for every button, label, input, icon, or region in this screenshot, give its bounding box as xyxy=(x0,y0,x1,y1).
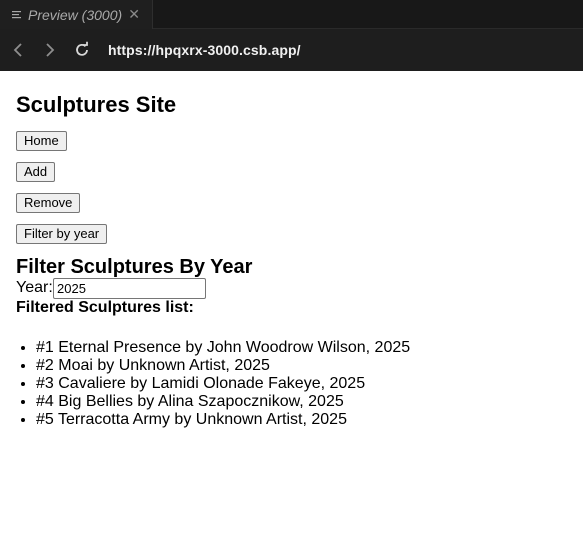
list-item: #2 Moai by Unknown Artist, 2025 xyxy=(36,356,410,374)
results-list: #1 Eternal Presence by John Woodrow Wils… xyxy=(36,338,410,428)
page-content: Sculptures Site Home Add Remove Filter b… xyxy=(0,71,583,551)
url-field[interactable]: https://hpqxrx-3000.csb.app/ xyxy=(108,42,301,58)
remove-button[interactable]: Remove xyxy=(16,193,81,213)
filter-heading: Filter Sculptures By Year xyxy=(16,256,253,278)
list-item: #3 Cavaliere by Lamidi Olonade Fakeye, 2… xyxy=(36,374,410,392)
tab-preview[interactable]: Preview (3000) ✕ xyxy=(0,0,153,29)
year-input[interactable] xyxy=(53,278,206,299)
document-lines-icon xyxy=(12,10,22,20)
list-item: #5 Terracotta Army by Unknown Artist, 20… xyxy=(36,410,410,428)
close-icon[interactable]: ✕ xyxy=(128,6,140,23)
reload-icon[interactable] xyxy=(73,41,91,59)
list-item: #4 Big Bellies by Alina Szapocznikow, 20… xyxy=(36,392,410,410)
filter-by-year-button[interactable]: Filter by year xyxy=(16,224,108,244)
back-arrow-icon[interactable] xyxy=(10,41,28,59)
forward-arrow-icon[interactable] xyxy=(41,41,59,59)
add-button[interactable]: Add xyxy=(16,162,56,182)
year-label: Year: xyxy=(16,279,53,296)
home-button[interactable]: Home xyxy=(16,131,67,151)
list-heading: Filtered Sculptures list: xyxy=(16,299,194,316)
address-bar: https://hpqxrx-3000.csb.app/ xyxy=(0,29,583,71)
page-title: Sculptures Site xyxy=(16,92,177,117)
tab-bar: Preview (3000) ✕ xyxy=(0,0,583,29)
list-item: #1 Eternal Presence by John Woodrow Wils… xyxy=(36,338,410,356)
tab-title: Preview (3000) xyxy=(28,6,123,23)
